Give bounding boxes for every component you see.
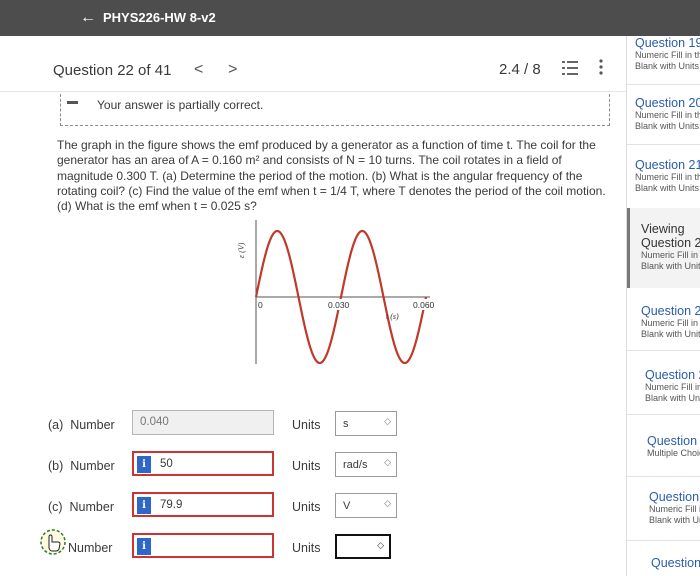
sidebar-item-question-19[interactable]: Question 19 Numeric Fill in the Blank wi… — [635, 36, 700, 72]
answer-row-c: (c) Number i 79.9 Units V ◇ — [0, 492, 626, 522]
part-b-units-label: Units — [292, 459, 321, 473]
chevron-down-icon: ◇ — [377, 540, 384, 550]
chevron-down-icon: ◇ — [384, 457, 391, 467]
sidebar-item-type: Blank with Units — [641, 261, 700, 271]
sidebar-item-question-26[interactable]: Question 26 Numeric Fill in the Blank wi… — [649, 490, 700, 526]
sidebar-item-question-27[interactable]: Question 27 — [651, 556, 700, 570]
answer-row-d: Number i Units ◇ — [0, 533, 626, 563]
part-c-unit-value: V — [343, 500, 351, 512]
sidebar-divider — [627, 350, 700, 351]
score-display: 2.4 / 8 — [499, 61, 541, 78]
part-d-units-label: Units — [292, 541, 321, 555]
part-a-unit-value: s — [343, 418, 349, 430]
info-icon[interactable]: i — [137, 456, 151, 473]
chevron-down-icon: ◇ — [384, 416, 391, 426]
feedback-message: Your answer is partially correct. — [97, 98, 264, 112]
info-icon[interactable]: i — [137, 538, 151, 555]
part-a-units-select[interactable]: s ◇ — [335, 411, 397, 436]
partial-indicator-icon — [67, 101, 78, 104]
answer-row-b: (b) Number i 50 Units rad/s ◇ — [0, 451, 626, 481]
emf-vs-time-chart: 0 0.030 0.060 ε (V) t (s) — [237, 220, 436, 364]
question-sidebar: Question 19 Numeric Fill in the Blank wi… — [626, 36, 700, 576]
sidebar-divider — [627, 84, 700, 85]
sidebar-item-title: Question 23 — [641, 304, 700, 318]
problem-statement: The graph in the figure shows the emf pr… — [57, 138, 606, 214]
sidebar-item-type: Blank with Units — [635, 183, 700, 193]
sidebar-divider — [627, 540, 700, 541]
part-b-label: (b) Number — [48, 459, 115, 473]
part-b-number-input[interactable]: i 50 — [132, 451, 274, 476]
part-b-units-select[interactable]: rad/s ◇ — [335, 452, 397, 477]
sidebar-item-type: Numeric Fill in the — [635, 110, 700, 120]
sidebar-item-title: Question 27 — [651, 556, 700, 570]
part-d-units-select[interactable]: ◇ — [335, 534, 391, 559]
hand-cursor-icon — [40, 529, 66, 555]
sidebar-item-type: Blank with Units — [641, 329, 700, 339]
next-question-button[interactable]: > — [228, 61, 237, 79]
previous-question-button[interactable]: < — [194, 61, 203, 79]
part-c-number-input[interactable]: i 79.9 — [132, 492, 274, 517]
app-header: ← PHYS226-HW 8-v2 — [0, 0, 700, 36]
sidebar-item-type: Numeric Fill in the — [645, 382, 700, 392]
back-arrow-icon[interactable]: ← — [80, 9, 96, 27]
sidebar-item-type: Numeric Fill in the — [641, 318, 700, 328]
sidebar-item-question-25[interactable]: Question 25 Multiple Choice — [647, 434, 700, 459]
chevron-down-icon: ◇ — [384, 498, 391, 508]
sidebar-item-type: Numeric Fill in the — [649, 504, 700, 514]
sidebar-item-question-22-current[interactable]: Viewing Question 22 Numeric Fill in the … — [641, 222, 700, 272]
sidebar-item-title: Question 22 — [641, 236, 700, 250]
sidebar-item-type: Blank with Units — [635, 121, 700, 131]
part-d-number-input[interactable]: i — [132, 533, 274, 558]
sidebar-item-title: Question 20 — [635, 96, 700, 110]
x-tick-label: 0.060 — [413, 300, 435, 310]
part-a-units-label: Units — [292, 418, 321, 432]
part-c-units-select[interactable]: V ◇ — [335, 493, 397, 518]
sidebar-item-type: Blank with Units — [645, 393, 700, 403]
info-icon[interactable]: i — [137, 497, 151, 514]
question-navigation: Question 22 of 41 < > 2.4 / 8 — [0, 36, 626, 92]
y-axis-label: ε (V) — [237, 242, 246, 258]
sidebar-divider — [627, 414, 700, 415]
sidebar-item-type: Blank with Units — [649, 515, 700, 525]
assignment-title[interactable]: PHYS226-HW 8-v2 — [103, 10, 216, 26]
x-tick-label: 0 — [258, 300, 263, 310]
sidebar-divider — [627, 476, 700, 477]
sidebar-item-question-20[interactable]: Question 20 Numeric Fill in the Blank wi… — [635, 96, 700, 132]
part-d-label: Number — [68, 541, 113, 555]
question-panel: Question 22 of 41 < > 2.4 / 8 Your answe… — [0, 36, 626, 576]
sidebar-item-title: Question 21 — [635, 158, 700, 172]
part-b-value: 50 — [160, 458, 173, 470]
sidebar-item-type: Numeric Fill in the — [641, 250, 700, 260]
sidebar-divider — [627, 144, 700, 145]
sidebar-item-title: Question 19 — [635, 36, 700, 50]
sidebar-item-question-21[interactable]: Question 21 Numeric Fill in the Blank wi… — [635, 158, 700, 194]
part-c-label: (c) Number — [48, 500, 114, 514]
sidebar-item-viewing-label: Viewing — [641, 222, 685, 236]
sidebar-item-question-23[interactable]: Question 23 Numeric Fill in the Blank wi… — [641, 304, 700, 340]
part-a-label: (a) Number — [48, 418, 115, 432]
sidebar-item-question-24[interactable]: Question 24 Numeric Fill in the Blank wi… — [645, 368, 700, 404]
question-list-icon[interactable] — [562, 60, 578, 76]
partial-correct-banner: Your answer is partially correct. — [60, 94, 610, 126]
part-a-value: 0.040 — [140, 416, 169, 428]
sidebar-item-title: Question 25 — [647, 434, 700, 448]
part-c-units-label: Units — [292, 500, 321, 514]
sidebar-item-type: Numeric Fill in the — [635, 50, 700, 60]
more-options-icon[interactable] — [598, 58, 604, 76]
question-counter: Question 22 of 41 — [53, 62, 172, 79]
sidebar-item-type: Blank with Units — [635, 61, 700, 71]
x-axis-label: t (s) — [386, 312, 399, 321]
part-a-number-input[interactable]: 0.040 — [132, 410, 274, 435]
part-c-value: 79.9 — [160, 499, 183, 511]
sidebar-item-type: Numeric Fill in the — [635, 172, 700, 182]
sidebar-item-type: Multiple Choice — [647, 448, 700, 458]
sidebar-item-title: Question 26 — [649, 490, 700, 504]
answer-row-a: (a) Number 0.040 Units s ◇ — [0, 410, 626, 440]
sidebar-item-title: Question 24 — [645, 368, 700, 382]
x-tick-label: 0.030 — [328, 300, 350, 310]
part-b-unit-value: rad/s — [343, 459, 368, 471]
